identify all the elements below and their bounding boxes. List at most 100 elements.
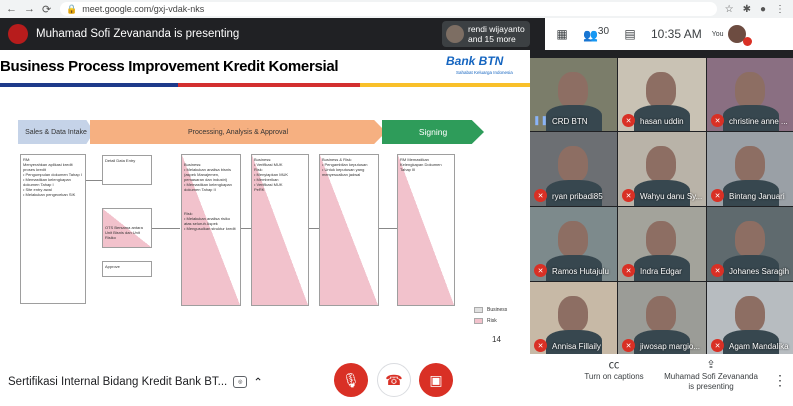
box-approve: Approve [102, 261, 152, 277]
legend-risk: Risk [474, 318, 497, 324]
chevron-up-icon[interactable]: ⌃ [253, 375, 263, 389]
self-avatar[interactable] [727, 25, 752, 46]
lock-icon[interactable]: 🔒 [66, 4, 77, 15]
meeting-details-icon[interactable]: ◎ [233, 376, 248, 388]
stripe-blue [0, 83, 178, 87]
flow-arrow [152, 228, 180, 229]
participant-tile[interactable]: ✕ Johanes Saragih [707, 207, 793, 281]
legend-risk-swatch [474, 318, 483, 324]
others-line2: and 15 more [468, 34, 516, 44]
participant-name: CRD BTN [552, 117, 588, 126]
present-screen-icon: ⇪ [706, 359, 716, 371]
presentation-slide: Business Process Improvement Kredit Kome… [0, 50, 530, 354]
meeting-name-text: Sertifikasi Internal Bidang Kredit Bank … [8, 376, 228, 388]
presenting-label-2: is presenting [688, 382, 734, 391]
people-count: 30 [597, 26, 610, 37]
presenter-banner: Muhamad Sofi Zevananda is presenting [8, 24, 239, 44]
people-button[interactable]: 👥30 [579, 26, 613, 42]
slide-page-number: 14 [492, 335, 501, 344]
flow-arrow [309, 228, 319, 229]
participant-video [558, 72, 588, 108]
box-muk: Business: • Verifikasi MUK Risk: • Menyi… [251, 154, 309, 306]
camera-off-icon: ▣ [429, 371, 443, 388]
forward-arrow-icon[interactable]: → [24, 3, 35, 16]
business-analysis-text: Business: • Melakukan analisa bisnis (as… [184, 162, 232, 192]
browser-nav: ← → ⟳ [0, 3, 60, 16]
star-icon[interactable]: ☆ [725, 4, 734, 15]
participant-name: jiwosap margio... [640, 342, 701, 351]
presenter-avatar [8, 24, 28, 44]
captions-button[interactable]: ㏄ Turn on captions [578, 360, 650, 382]
participant-video [735, 296, 765, 332]
participant-tile[interactable]: ✕ Agam Mandalika [707, 282, 793, 356]
legend-business-label: Business [487, 307, 508, 313]
reload-icon[interactable]: ⟳ [42, 3, 51, 16]
menu-dots-icon[interactable]: ⋮ [775, 4, 785, 15]
participant-name: Agam Mandalika [729, 342, 789, 351]
participant-name: Indra Edgar [640, 267, 682, 276]
back-arrow-icon[interactable]: ← [6, 3, 17, 16]
audio-active-icon: ❚❚ [532, 115, 549, 125]
mic-muted-icon: ✕ [622, 264, 635, 277]
camera-toggle-button[interactable]: ▣ [419, 363, 453, 397]
box-detail-entry: Detail Data Entry [102, 155, 152, 185]
participant-video [735, 146, 765, 182]
leave-call-button[interactable]: ☎ [377, 363, 411, 397]
presenting-button[interactable]: ⇪ Muhamad Sofi Zevananda is presenting [660, 360, 762, 392]
stage-signing: Signing [382, 120, 484, 144]
participant-video [646, 146, 676, 182]
bank-logo: Bank BTN [446, 54, 504, 68]
other-participants-chip[interactable]: rendi wijayanto and 15 more [442, 21, 530, 47]
mic-muted-icon: ✕ [622, 339, 635, 352]
mic-muted-icon: ✕ [622, 114, 635, 127]
participant-video [558, 296, 588, 332]
flow-arrow [86, 180, 102, 181]
participant-name: Annisa Fillaily [552, 342, 601, 351]
box-decision: Business & Risk: • Pengambilan keputusan… [319, 154, 379, 306]
presenting-text: Muhamad Sofi Zevananda is presenting [36, 28, 240, 40]
stage-intake: Sales & Data Intake [18, 120, 94, 144]
slide-title: Business Process Improvement Kredit Kome… [0, 58, 339, 75]
mic-toggle-button[interactable]: 🎙 [334, 363, 368, 397]
chat-icon[interactable]: ▤ [613, 27, 647, 41]
box-ots: OTS Bersama antara Unit Bisnis dan Unit … [102, 208, 152, 248]
mic-muted-icon: ✕ [711, 114, 724, 127]
participant-tile[interactable]: ✕ Annisa Fillaily [530, 282, 617, 356]
browser-toolbar: ← → ⟳ 🔒 meet.google.com/gxj-vdak-nks ☆ ✱… [0, 0, 793, 18]
participant-tile[interactable]: ✕ Bintang Januari [707, 132, 793, 206]
participant-tile[interactable]: ✕ Wahyu danu Sy... [618, 132, 706, 206]
legend-business: Business [474, 307, 507, 313]
clock-time: 10:35 AM [651, 27, 702, 41]
participant-video [558, 146, 588, 182]
participant-tile[interactable]: ✕ hasan uddin [618, 58, 706, 131]
legend-business-swatch [474, 307, 483, 313]
address-bar[interactable]: 🔒 meet.google.com/gxj-vdak-nks [60, 2, 717, 16]
you-label: You [711, 30, 724, 38]
others-line1: rendi wijayanto [468, 24, 525, 34]
profile-icon[interactable]: ● [760, 4, 766, 15]
captions-label: Turn on captions [584, 372, 644, 381]
flow-arrow [241, 228, 251, 229]
mic-muted-icon: ✕ [534, 264, 547, 277]
participant-tile[interactable]: ❚❚ CRD BTN [530, 58, 617, 131]
meeting-title[interactable]: Sertifikasi Internal Bidang Kredit Bank … [8, 375, 263, 389]
more-options-icon[interactable]: ⋮ [773, 372, 787, 389]
participant-name: Bintang Januari [729, 192, 785, 201]
participant-video [735, 221, 765, 257]
legend-risk-label: Risk [487, 318, 497, 324]
mic-off-icon: 🎙 [342, 371, 360, 388]
mic-muted-icon: ✕ [711, 264, 724, 277]
top-controls: ▦ 👥30 ▤ 10:35 AM You [545, 18, 793, 50]
participant-tile[interactable]: ✕ Indra Edgar [618, 207, 706, 281]
captions-icon: ㏄ [608, 359, 620, 371]
participant-tile[interactable]: ✕ christine anne ... [707, 58, 793, 131]
participant-tile[interactable]: ✕ Ramos Hutajulu [530, 207, 617, 281]
extensions-icon[interactable]: ✱ [743, 4, 751, 15]
layout-icon[interactable]: ▦ [545, 27, 579, 41]
mic-muted-icon: ✕ [534, 339, 547, 352]
participant-tile[interactable]: ✕ jiwosap margio... [618, 282, 706, 356]
mic-muted-icon: ✕ [711, 339, 724, 352]
mic-muted-icon: ✕ [622, 189, 635, 202]
people-icon: 👥 [582, 28, 598, 42]
participant-tile[interactable]: ✕ ryan pribadi85 [530, 132, 617, 206]
